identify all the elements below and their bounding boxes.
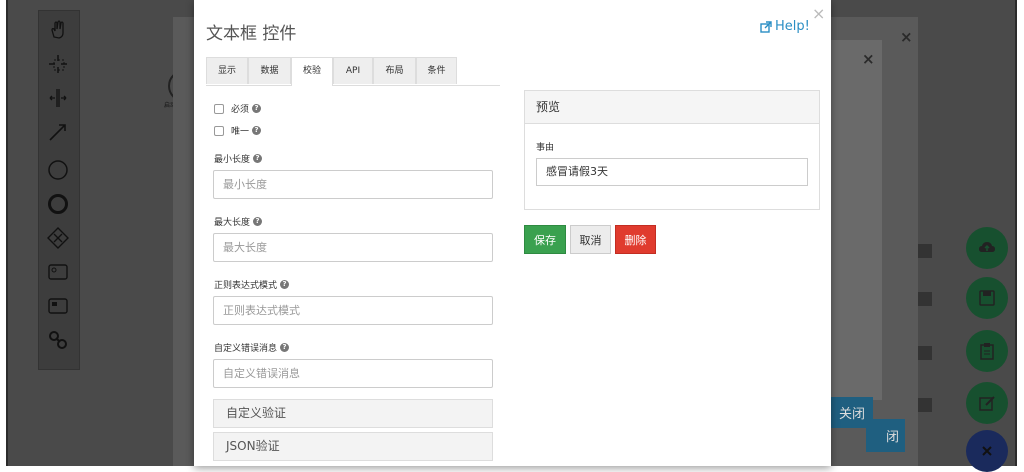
clipboard-float-button[interactable]	[966, 330, 1008, 372]
tab-layout[interactable]: 布局	[373, 57, 416, 84]
max-length-label-row: 最大长度 ?	[214, 215, 263, 228]
preview-panel: 预览 事由 感冒请假3天	[524, 90, 820, 210]
hand-tool-icon[interactable]	[47, 19, 69, 41]
tab-bar: 显示 数据 校验 API 布局 条件	[206, 57, 500, 86]
tab-display[interactable]: 显示	[206, 57, 248, 84]
floppy-disk-icon	[979, 290, 995, 306]
preview-field-input[interactable]: 感冒请假3天	[536, 158, 808, 186]
dialog-close-icon[interactable]: ×	[812, 4, 825, 23]
delete-button[interactable]: 删除	[615, 225, 656, 254]
regex-input[interactable]: 正则表达式模式	[213, 296, 493, 325]
background-close-icon-2[interactable]: ×	[862, 50, 875, 68]
custom-error-label-row: 自定义错误消息 ?	[214, 341, 290, 354]
help-icon: ?	[253, 154, 263, 163]
required-checkbox-row[interactable]: 必须 ?	[214, 102, 262, 115]
required-label: 必须	[231, 105, 250, 115]
save-button[interactable]: 保存	[524, 225, 566, 254]
side-chip	[918, 398, 932, 412]
start-event-icon[interactable]	[47, 159, 69, 181]
json-validation-panel[interactable]: JSON验证	[213, 432, 493, 461]
link-icon[interactable]	[47, 329, 69, 351]
min-length-label: 最小长度	[214, 155, 251, 165]
side-chip	[918, 346, 932, 360]
external-link-icon	[760, 20, 772, 33]
side-chip	[918, 292, 932, 306]
cloud-upload-icon	[979, 242, 995, 252]
help-icon: ?	[252, 126, 262, 135]
regex-label-row: 正则表达式模式 ?	[214, 278, 290, 291]
gateway-icon[interactable]	[47, 227, 69, 249]
background-close-button-2[interactable]: 闭	[866, 419, 906, 452]
regex-label: 正则表达式模式	[214, 281, 278, 291]
tab-data[interactable]: 数据	[248, 57, 291, 84]
unique-checkbox[interactable]	[214, 125, 224, 136]
space-tool-icon[interactable]	[47, 87, 69, 109]
custom-error-input[interactable]: 自定义错误消息	[213, 359, 493, 388]
save-float-button[interactable]	[966, 277, 1008, 319]
custom-error-label: 自定义错误消息	[214, 344, 278, 354]
background-dialog-inner	[826, 40, 882, 400]
preview-heading: 预览	[525, 91, 819, 124]
min-length-input[interactable]: 最小长度	[213, 170, 493, 199]
lasso-tool-icon[interactable]	[47, 53, 69, 75]
connect-tool-icon[interactable]	[47, 121, 69, 143]
edit-float-button[interactable]	[966, 382, 1008, 424]
background-close-icon[interactable]: ×	[900, 28, 913, 46]
unique-label: 唯一	[231, 127, 250, 137]
help-icon: ?	[253, 217, 263, 226]
help-icon: ?	[252, 104, 262, 113]
palette-toolbox	[38, 10, 80, 370]
edit-icon	[979, 396, 995, 411]
side-chip	[918, 244, 932, 258]
subprocess-icon[interactable]	[47, 295, 69, 317]
help-label: Help!	[775, 19, 810, 34]
cancel-button[interactable]: 取消	[570, 225, 611, 254]
close-icon	[982, 446, 992, 456]
max-length-input[interactable]: 最大长度	[213, 233, 493, 262]
max-length-label: 最大长度	[214, 218, 251, 228]
dialog-title: 文本框 控件	[206, 24, 297, 44]
task-icon[interactable]	[47, 261, 69, 283]
tab-conditional[interactable]: 条件	[416, 57, 457, 84]
custom-validation-panel[interactable]: 自定义验证	[213, 399, 493, 428]
tab-api[interactable]: API	[333, 57, 373, 84]
min-length-label-row: 最小长度 ?	[214, 152, 263, 165]
help-icon: ?	[280, 280, 290, 289]
help-icon: ?	[280, 343, 290, 352]
unique-checkbox-row[interactable]: 唯一 ?	[214, 124, 262, 137]
textfield-component-dialog: 文本框 控件 Help! × 显示 数据 校验 API 布局 条件 必须 ? 唯…	[194, 0, 831, 466]
end-event-icon[interactable]	[47, 193, 69, 215]
clipboard-icon	[980, 343, 994, 360]
required-checkbox[interactable]	[214, 103, 224, 114]
tab-validation[interactable]: 校验	[291, 57, 333, 86]
upload-cloud-button[interactable]	[966, 227, 1008, 269]
preview-field-label: 事由	[536, 143, 555, 153]
help-link[interactable]: Help!	[760, 19, 810, 34]
